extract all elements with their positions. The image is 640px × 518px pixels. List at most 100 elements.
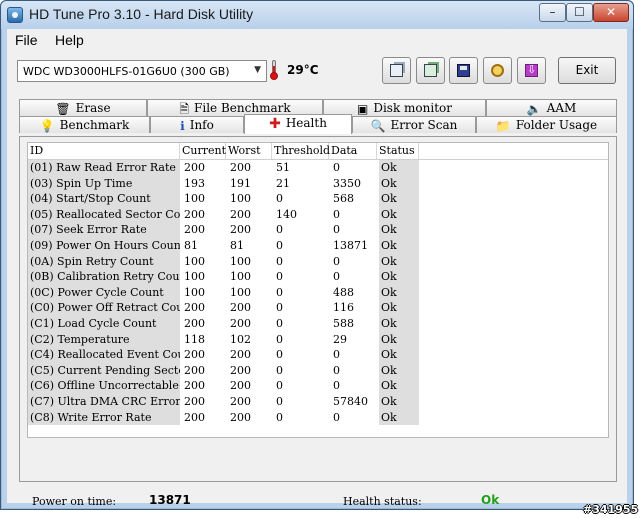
cell-status: Ok [379, 253, 419, 270]
cell-status: Ok [379, 269, 419, 285]
table-row[interactable]: (C1) Load Cycle Count 200 200 0 588 Ok [28, 315, 608, 332]
copy-text-button[interactable] [382, 57, 411, 84]
col-id[interactable]: ID [28, 143, 180, 159]
cell-status: Ok [379, 347, 419, 363]
cell-worst: 200 [230, 410, 251, 424]
col-worst[interactable]: Worst [226, 143, 272, 159]
cell-data: 568 [333, 192, 354, 206]
table-row[interactable]: (04) Start/Stop Count 100 100 0 568 Ok [28, 191, 608, 207]
save-button[interactable] [449, 57, 478, 84]
cell-current: 200 [184, 207, 205, 221]
table-row[interactable]: (C8) Write Error Rate 200 200 0 0 Ok [28, 409, 608, 426]
maximize-button[interactable]: ☐ [566, 3, 593, 22]
cell-data: 0 [333, 348, 340, 362]
tab-erase-label: Erase [75, 101, 111, 115]
col-current[interactable]: Current [180, 143, 226, 159]
table-row[interactable]: (C6) Offline Uncorrectable 200 200 0 0 Ok [28, 378, 608, 394]
magnifier-icon: 🔍 [370, 118, 386, 133]
table-row[interactable]: (05) Reallocated Sector Count 200 200 140 0 O… [28, 206, 608, 223]
table-row[interactable]: (C5) Current Pending Sector 200 200 0 0 Ok [28, 362, 608, 379]
minimize-button[interactable]: – [539, 3, 566, 22]
cell-status: Ok [379, 191, 419, 207]
floppy-disk-icon [457, 64, 470, 77]
cell-status: Ok [379, 222, 419, 238]
cell-threshold: 51 [276, 161, 290, 174]
cell-current: 200 [184, 410, 205, 424]
col-status[interactable]: Status [377, 143, 419, 159]
health-status-label: Health status: [343, 495, 422, 508]
tab-aam[interactable]: 🔈 AAM [486, 99, 617, 116]
cell-current: 200 [184, 394, 205, 408]
table-row[interactable]: (0B) Calibration Retry Count 100 100 0 0 Ok [28, 269, 608, 285]
title-bar[interactable]: HD Tune Pro 3.10 - Hard Disk Utility – ☐… [1, 1, 633, 29]
cell-worst: 200 [230, 394, 251, 408]
table-row[interactable]: (03) Spin Up Time 193 191 21 3350 Ok [28, 175, 608, 192]
tab-error-scan[interactable]: 🔍 Error Scan [352, 116, 476, 133]
table-row[interactable]: (0A) Spin Retry Count 100 100 0 0 Ok [28, 253, 608, 270]
cell-id: (0C) Power Cycle Count [28, 284, 180, 301]
table-row[interactable]: (C4) Reallocated Event Count 200 200 0 0 Ok [28, 347, 608, 363]
cell-data: 0 [333, 254, 340, 268]
temperature-readout: 29°C [287, 63, 319, 77]
menu-help[interactable]: Help [55, 32, 84, 48]
col-data[interactable]: Data [329, 143, 377, 159]
copy-image-icon [424, 64, 437, 77]
cell-id: (C5) Current Pending Sector [28, 362, 180, 379]
cell-status: Ok [379, 409, 419, 426]
cell-worst: 102 [230, 332, 251, 346]
exit-button[interactable]: Exit [558, 57, 616, 84]
cell-id: (03) Spin Up Time [28, 175, 180, 192]
tab-health[interactable]: ✚ Health [244, 114, 352, 134]
cell-data: 588 [333, 316, 354, 330]
options-button[interactable] [483, 57, 512, 84]
menu-file[interactable]: File [15, 32, 38, 48]
trash-icon: 🗑 [55, 101, 71, 116]
cell-id: (05) Reallocated Sector Count [28, 206, 180, 223]
table-row[interactable]: (09) Power On Hours Count ... 81 81 0 13871 O… [28, 237, 608, 254]
tab-benchmark[interactable]: 💡 Benchmark [19, 116, 150, 133]
tab-erase[interactable]: 🗑 Erase [19, 99, 147, 116]
cell-data: 0 [333, 207, 340, 221]
cell-data: 0 [333, 161, 340, 174]
drive-select[interactable]: WDC WD3000HLFS-01G6U0 (300 GB) ▼ [17, 60, 267, 82]
cell-worst: 200 [230, 207, 251, 221]
cell-data: 57840 [333, 394, 368, 408]
cell-worst: 200 [230, 379, 251, 393]
options-icon [491, 64, 504, 77]
cell-data: 0 [333, 270, 340, 284]
cell-status: Ok [379, 378, 419, 394]
tab-info[interactable]: ℹ Info [150, 116, 244, 133]
cell-threshold: 0 [276, 301, 283, 315]
table-row[interactable]: (C0) Power Off Retract Coun... 200 200 0 116… [28, 300, 608, 316]
smart-table[interactable]: ID Current Worst Threshold Data Status (… [27, 142, 609, 438]
cell-id: (C4) Reallocated Event Count [28, 347, 180, 363]
col-threshold[interactable]: Threshold [272, 143, 330, 159]
copy-screenshot-button[interactable] [416, 57, 445, 84]
tab-health-label: Health [285, 116, 327, 130]
maximize-icon: ☐ [574, 5, 585, 19]
cell-threshold: 0 [276, 410, 283, 424]
close-button[interactable]: ✕ [593, 3, 629, 22]
power-on-value: 13871 [149, 493, 191, 507]
health-status-value: Ok [481, 493, 500, 507]
cell-data: 0 [333, 379, 340, 393]
thermometer-icon [270, 60, 278, 80]
table-row[interactable]: (C7) Ultra DMA CRC Error ... 200 200 0 57840… [28, 393, 608, 410]
table-row[interactable]: (07) Seek Error Rate 200 200 0 0 Ok [28, 222, 608, 238]
tab-file-benchmark-label: File Benchmark [194, 101, 291, 115]
monitor-icon: ▣ [357, 101, 369, 116]
client-area: WDC WD3000HLFS-01G6U0 (300 GB) ▼ 29°C Ex… [7, 51, 627, 508]
tab-aam-label: AAM [546, 101, 577, 115]
tab-folder-usage[interactable]: 📁 Folder Usage [476, 116, 617, 133]
cell-current: 118 [184, 332, 205, 346]
download-button[interactable] [517, 57, 546, 84]
cell-worst: 100 [230, 254, 251, 268]
table-row[interactable]: (C2) Temperature 118 102 0 29 Ok [28, 331, 608, 348]
cell-id: (09) Power On Hours Count ... [28, 237, 180, 254]
cell-threshold: 0 [276, 332, 283, 346]
menu-bar: File Help [7, 29, 627, 51]
table-row[interactable]: (0C) Power Cycle Count 100 100 0 488 Ok [28, 284, 608, 301]
cell-threshold: 140 [276, 207, 297, 221]
cell-id: (C6) Offline Uncorrectable [28, 378, 180, 394]
table-row[interactable]: (01) Raw Read Error Rate 200 200 51 0 Ok [28, 160, 608, 176]
